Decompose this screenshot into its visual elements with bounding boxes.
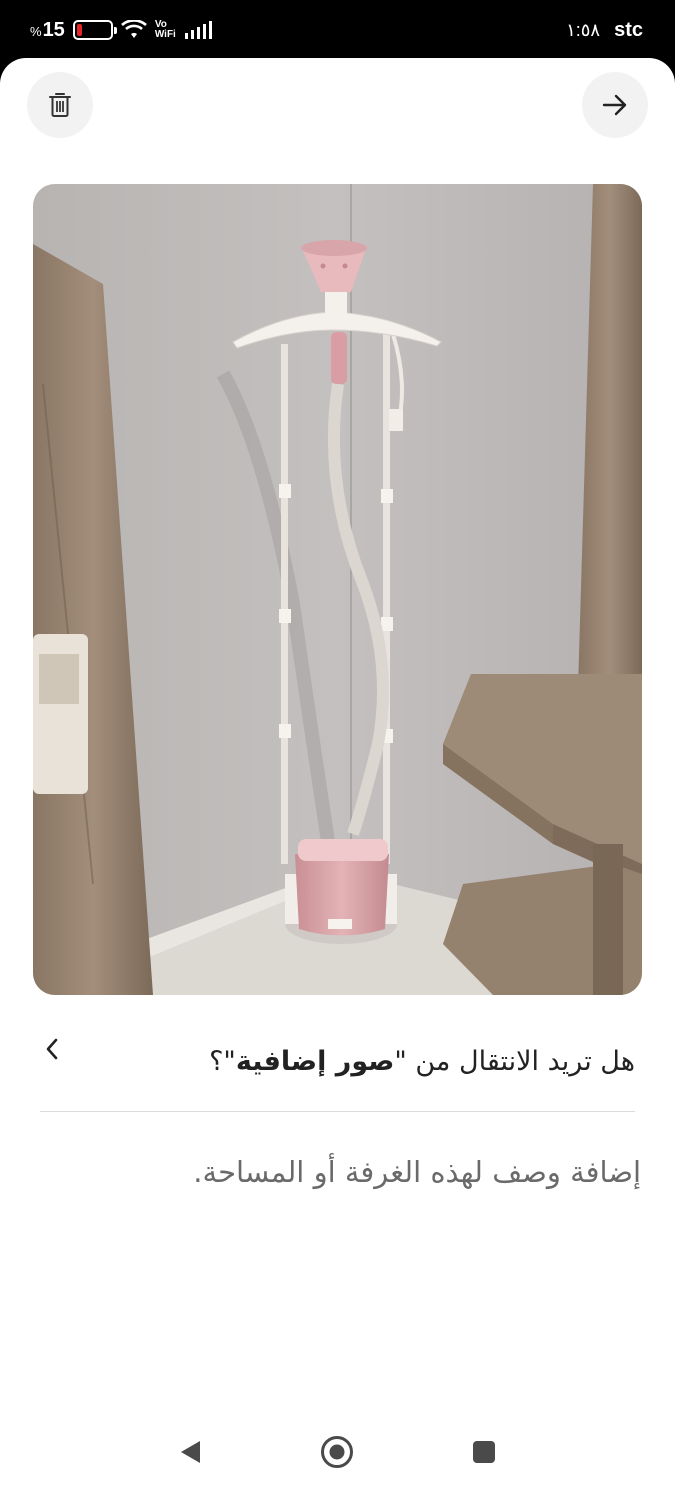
wifi-icon [120, 20, 147, 38]
nav-recents-button[interactable] [464, 1432, 504, 1472]
delete-button[interactable] [27, 72, 93, 138]
question-room-name: صور إضافية [235, 1046, 395, 1077]
triangle-back-icon [181, 1441, 200, 1463]
move-photos-question: هل تريد الانتقال من "صور إضافية"؟ [209, 1046, 635, 1077]
room-photo[interactable] [33, 184, 642, 995]
chevron-left-icon[interactable] [40, 1034, 64, 1064]
description-input[interactable]: إضافة وصف لهذه الغرفة أو المساحة. [41, 1155, 641, 1189]
photo-sheet: هل تريد الانتقال من "صور إضافية"؟ إضافة … [0, 58, 675, 1500]
trash-icon [49, 93, 71, 117]
status-left: %15 Vo WiFi [30, 16, 212, 44]
signal-icon [184, 21, 212, 39]
system-nav-bar [0, 1410, 675, 1500]
carrier-name: stc [614, 18, 643, 41]
clock: ١:٥٨ [566, 19, 601, 40]
status-bar: %15 Vo WiFi ١:٥٨ stc [0, 0, 675, 58]
battery-percent: %15 [30, 18, 65, 41]
forward-button[interactable] [582, 72, 648, 138]
square-recents-icon [473, 1441, 495, 1463]
status-right: ١:٥٨ stc [566, 16, 643, 44]
battery-icon [72, 20, 117, 40]
vowifi-label: Vo WiFi [154, 19, 176, 40]
circle-home-icon [321, 1436, 353, 1468]
question-row[interactable]: هل تريد الانتقال من "صور إضافية"؟ [40, 1028, 635, 1112]
nav-back-button[interactable] [170, 1432, 210, 1472]
arrow-right-icon [602, 94, 627, 116]
nav-home-button[interactable] [317, 1432, 357, 1472]
garment-steamer-image [33, 184, 642, 995]
